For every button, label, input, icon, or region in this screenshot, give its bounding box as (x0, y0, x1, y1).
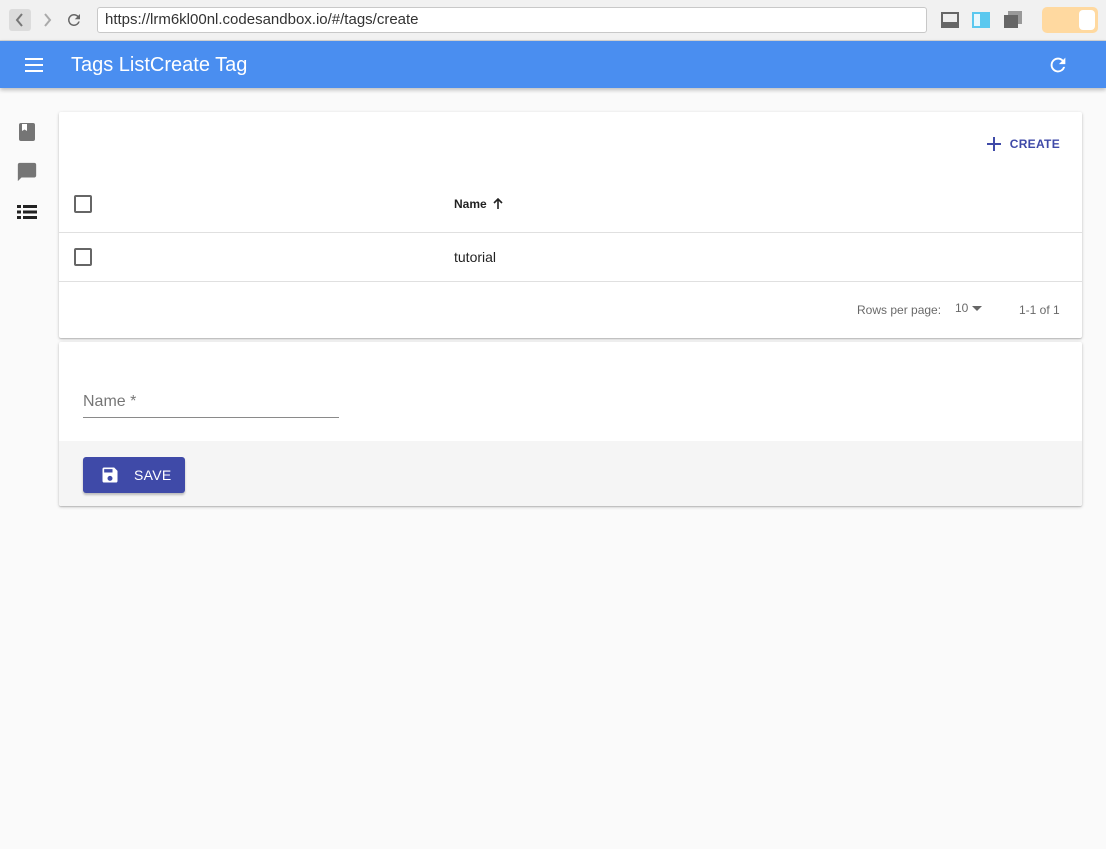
rows-per-page-value: 10 (955, 301, 969, 315)
rows-per-page-label: Rows per page: (857, 303, 942, 317)
column-header-label: Name (454, 197, 487, 211)
divider (59, 281, 1082, 282)
column-header-name[interactable]: Name (454, 197, 504, 211)
table-cell-name: tutorial (454, 249, 497, 265)
create-button[interactable]: CREATE (986, 132, 1060, 156)
sidebar-item-posts[interactable] (15, 120, 39, 144)
tags-list-card: CREATE Name tutorial Rows per page: 10 1… (59, 112, 1082, 338)
back-button[interactable] (9, 9, 31, 31)
menu-button[interactable] (22, 53, 46, 77)
create-button-label: CREATE (1009, 137, 1060, 151)
forward-button[interactable] (36, 9, 58, 31)
sidebar-item-comments[interactable] (15, 160, 39, 184)
browser-toolbar: https://lrm6kl00nl.codesandbox.io/#/tags… (0, 0, 1106, 41)
save-button[interactable]: SAVE (83, 457, 185, 493)
save-button-label: SAVE (134, 467, 172, 483)
tabs-icon[interactable] (1003, 10, 1023, 30)
refresh-icon (1050, 57, 1066, 73)
dropdown-arrow-icon (972, 306, 983, 311)
form-toolbar: SAVE (59, 441, 1082, 506)
plus-icon (986, 137, 1001, 151)
hamburger-icon (25, 58, 43, 72)
book-icon (19, 123, 35, 141)
rows-per-page-select[interactable]: 10 (955, 301, 984, 315)
row-checkbox[interactable] (74, 248, 92, 266)
address-bar[interactable]: https://lrm6kl00nl.codesandbox.io/#/tags… (97, 7, 927, 33)
chevron-right-icon (44, 13, 52, 27)
save-icon (102, 467, 118, 483)
pagination-info: 1-1 of 1 (1019, 303, 1060, 317)
sidebar-item-tags[interactable] (15, 200, 39, 224)
name-field[interactable]: Name * (83, 388, 339, 418)
table-row[interactable] (59, 233, 1082, 281)
chevron-left-icon (15, 13, 23, 27)
tag-create-form: Name * SAVE (59, 342, 1082, 506)
app-bar: Tags ListCreate Tag (0, 41, 1106, 88)
window-icon[interactable] (940, 10, 960, 30)
browser-reload-button[interactable] (63, 9, 85, 31)
toggle-knob (1079, 10, 1095, 30)
name-field-label: Name * (83, 393, 137, 410)
arrow-up-icon (493, 198, 503, 209)
select-all-checkbox[interactable] (74, 195, 92, 213)
list-icon (17, 205, 37, 219)
sidebar-toggle-icon[interactable] (971, 10, 991, 30)
browser-toggle[interactable] (1042, 7, 1098, 33)
refresh-button[interactable] (1046, 53, 1070, 77)
comment-icon (17, 162, 37, 182)
page-title: Tags ListCreate Tag (71, 54, 248, 76)
reload-icon (67, 13, 80, 26)
